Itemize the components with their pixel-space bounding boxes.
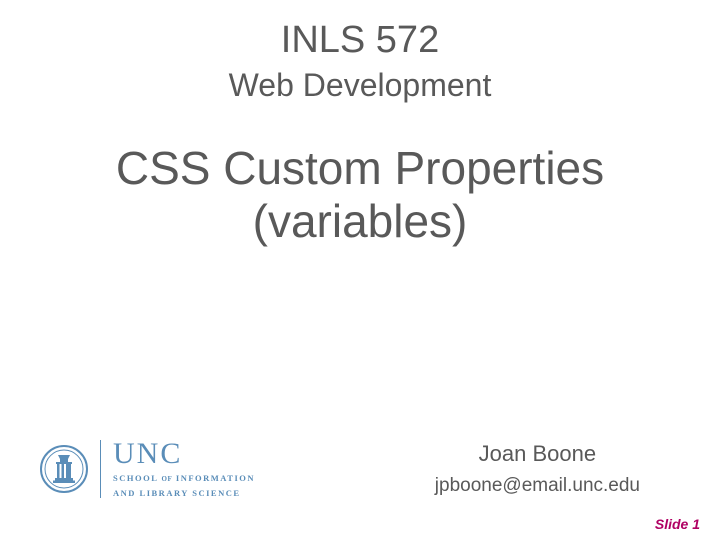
main-title-line2: (variables) [0, 195, 720, 248]
main-title-line1: CSS Custom Properties [0, 142, 720, 195]
author-block: Joan Boone jpboone@email.unc.edu [435, 439, 680, 500]
unc-well-icon [40, 440, 88, 498]
logo-text: UNC SCHOOL OF INFORMATION AND LIBRARY SC… [100, 440, 255, 498]
author-email: jpboone@email.unc.edu [435, 473, 640, 500]
course-name: Web Development [0, 66, 720, 104]
logo-block: UNC SCHOOL OF INFORMATION AND LIBRARY SC… [40, 440, 255, 498]
author-name: Joan Boone [435, 439, 640, 470]
main-title-block: CSS Custom Properties (variables) [0, 142, 720, 248]
logo-dept-of: OF [162, 475, 173, 483]
logo-dept-line2: AND LIBRARY SCIENCE [113, 488, 255, 499]
header-block: INLS 572 Web Development [0, 0, 720, 104]
course-code: INLS 572 [0, 18, 720, 64]
slide-number: Slide 1 [655, 516, 700, 532]
footer-area: UNC SCHOOL OF INFORMATION AND LIBRARY SC… [0, 439, 720, 500]
logo-dept-line1: SCHOOL OF INFORMATION [113, 473, 255, 484]
logo-dept-prefix: SCHOOL [113, 473, 158, 483]
logo-org: UNC [113, 439, 255, 469]
logo-dept-suffix: INFORMATION [176, 473, 255, 483]
